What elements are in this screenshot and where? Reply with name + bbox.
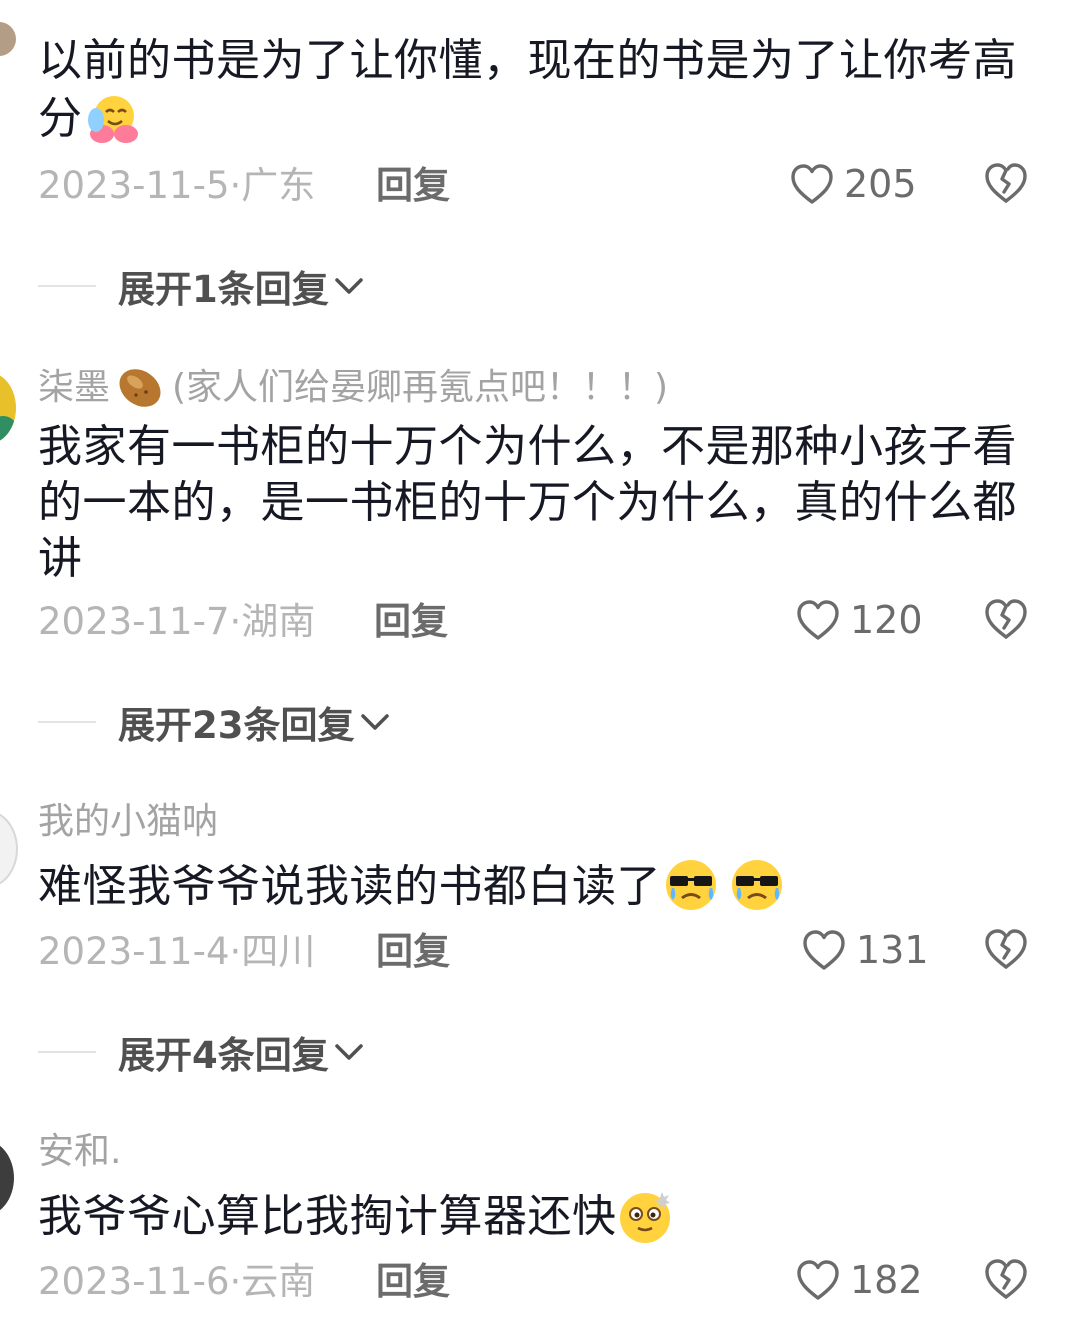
avatar[interactable] xyxy=(0,372,16,444)
heart-icon xyxy=(797,600,839,640)
like-count: 120 xyxy=(850,598,923,642)
username[interactable]: 柒墨 xyxy=(38,366,110,410)
avatar[interactable] xyxy=(0,810,18,888)
expand-replies-label: 展开4条回复 xyxy=(118,1034,329,1077)
region-value: 湖南 xyxy=(241,600,316,643)
hugging-face-emoji xyxy=(88,96,138,143)
broken-heart-icon[interactable] xyxy=(984,1258,1028,1300)
comment-text-line: 的一本的，是一书柜的十万个为什么，真的什么都 xyxy=(38,477,1017,528)
username-value: 柒墨 xyxy=(38,367,111,408)
comment-date: 2023-11-4·四川 xyxy=(38,930,316,973)
like-count: 182 xyxy=(850,1258,923,1302)
heart-icon xyxy=(791,164,833,204)
comment-text-line: 我爷爷心算比我掏计算器还快 xyxy=(38,1191,617,1242)
broken-heart-icon[interactable] xyxy=(984,162,1028,204)
potato-emoji xyxy=(119,369,161,407)
reply-button[interactable]: 回复 xyxy=(376,930,450,974)
comment-text-line: 难怪我爷爷说我读的书都白读了 xyxy=(38,861,661,912)
like-button[interactable]: 131 xyxy=(802,928,929,972)
broken-heart-icon[interactable] xyxy=(984,928,1028,970)
expand-replies-button[interactable]: 展开23条回复 xyxy=(38,700,391,747)
heart-icon xyxy=(797,1260,839,1300)
reply-button[interactable]: 回复 xyxy=(376,164,450,208)
date-value: 2023-11-5 xyxy=(38,164,230,207)
like-button[interactable]: 205 xyxy=(790,162,917,206)
heart-icon xyxy=(803,930,845,970)
expand-replies-button[interactable]: 展开1条回复 xyxy=(38,264,365,311)
expand-replies-label: 展开23条回复 xyxy=(118,704,355,747)
like-button[interactable]: 182 xyxy=(796,1258,923,1302)
crying-sunglasses-emoji xyxy=(666,860,716,910)
reply-button[interactable]: 回复 xyxy=(374,600,448,644)
region-value: 云南 xyxy=(241,1260,316,1303)
comment-date: 2023-11-7·湖南 xyxy=(38,600,316,643)
chevron-down-icon xyxy=(335,278,363,294)
divider xyxy=(38,1051,96,1053)
avatar[interactable] xyxy=(0,1140,14,1216)
like-button[interactable]: 120 xyxy=(796,598,923,642)
avatar[interactable] xyxy=(0,22,16,56)
region-value: 广东 xyxy=(241,164,316,207)
date-value: 2023-11-6 xyxy=(38,1260,230,1303)
date-value: 2023-11-7 xyxy=(38,600,230,643)
region-value: 四川 xyxy=(241,930,316,973)
expand-replies-label: 展开1条回复 xyxy=(118,268,329,311)
like-count: 205 xyxy=(844,162,917,206)
comment-text-line: 讲 xyxy=(38,533,83,584)
comment-text-line: 以前的书是为了让你懂，现在的书是为了让你考高 xyxy=(38,35,1017,86)
broken-heart-icon[interactable] xyxy=(984,598,1028,640)
username-note: (家人们给晏卿再氪点吧！！！) xyxy=(172,367,669,408)
comment-text-line: 分 xyxy=(38,93,83,144)
divider xyxy=(38,285,96,287)
divider xyxy=(38,721,96,723)
username[interactable]: 我的小猫呐 xyxy=(38,800,218,844)
chevron-down-icon xyxy=(335,1044,363,1060)
username[interactable]: 安和. xyxy=(38,1130,121,1174)
dizzy-face-emoji xyxy=(620,1192,670,1243)
comment-text-line: 我家有一书柜的十万个为什么，不是那种小孩子看 xyxy=(38,421,1017,472)
comment-date: 2023-11-6·云南 xyxy=(38,1260,316,1303)
chevron-down-icon xyxy=(360,714,389,730)
date-value: 2023-11-4 xyxy=(38,930,230,973)
expand-replies-button[interactable]: 展开4条回复 xyxy=(38,1030,365,1077)
reply-button[interactable]: 回复 xyxy=(376,1260,450,1304)
like-count: 131 xyxy=(856,928,929,972)
crying-sunglasses-emoji xyxy=(732,860,782,910)
comment-date: 2023-11-5·广东 xyxy=(38,164,316,207)
